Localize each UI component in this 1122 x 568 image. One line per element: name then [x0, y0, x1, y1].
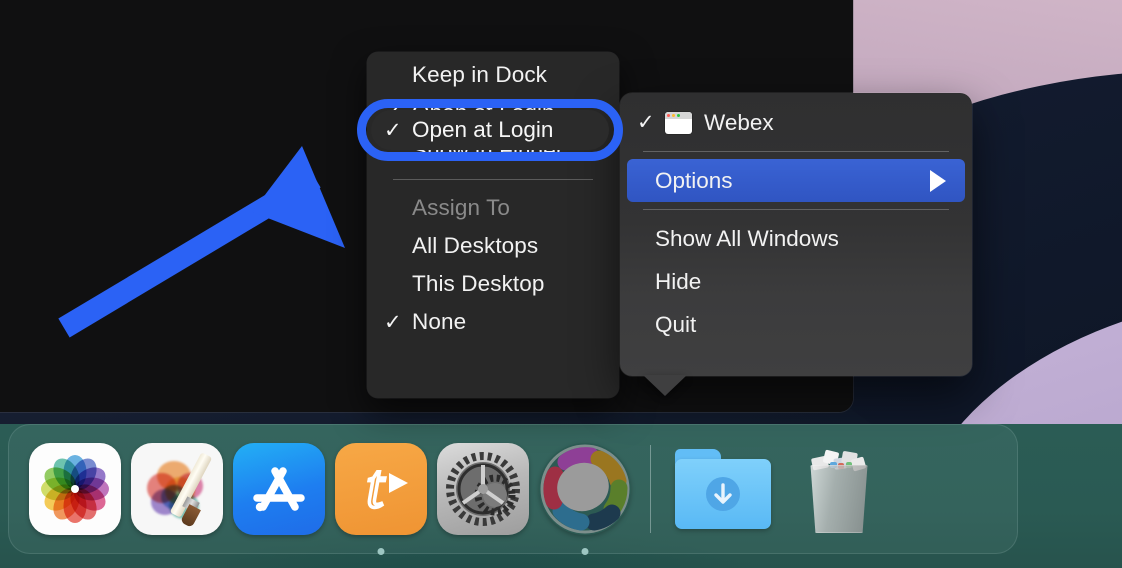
menu-item-label: Quit: [655, 311, 697, 337]
menu-item-webex-window[interactable]: ✓ Webex: [627, 101, 965, 144]
trash-can-body: [810, 465, 868, 533]
menu-item-this-desktop[interactable]: This Desktop: [367, 265, 619, 303]
traffic-light-minimize-icon: [672, 113, 675, 117]
menu-section-header-assign-to: Assign To: [367, 189, 619, 227]
play-triangle-icon: [389, 473, 408, 493]
annotation-arrow-icon: [58, 146, 345, 338]
running-indicator-dot: [581, 548, 589, 555]
dock-item-trash[interactable]: [781, 437, 897, 541]
menu-item-label: Options: [655, 167, 733, 193]
checkmark-icon: ✓: [384, 310, 402, 334]
orange-t-app-icon: t: [335, 443, 427, 535]
menu-separator: [643, 151, 949, 152]
dock-item-downloads[interactable]: [665, 437, 781, 541]
dock-separator: [650, 445, 651, 533]
dock-item-typora[interactable]: t: [330, 437, 432, 555]
menu-separator: [643, 209, 949, 210]
window-titlebar: [665, 111, 692, 119]
preview-paintbrush-icon: [131, 443, 223, 535]
dock-item-system-settings[interactable]: [432, 437, 534, 541]
menu-item-none[interactable]: ✓ None: [367, 303, 619, 341]
dock-item-photos[interactable]: [24, 437, 126, 541]
menu-item-options[interactable]: Options: [627, 159, 965, 202]
menu-item-all-desktops[interactable]: All Desktops: [367, 227, 619, 265]
photos-icon: [29, 443, 121, 535]
folder-body: [675, 459, 771, 529]
dock-item-app-store[interactable]: [228, 437, 330, 541]
webex-ring-icon: [539, 443, 631, 535]
checkmark-icon: ✓: [384, 118, 402, 142]
download-arrow-badge: [706, 477, 740, 511]
menu-item-label: Webex: [704, 109, 774, 135]
macos-dock[interactable]: t: [8, 424, 1018, 555]
screen: Keep in Dock ✓ Open at Login Show in Fin…: [0, 0, 1122, 568]
app-store-icon: [233, 443, 325, 535]
app-store-glyph-icon: [253, 467, 305, 512]
menu-item-label: Hide: [655, 268, 702, 294]
dock-app-context-menu[interactable]: ✓ Webex Options Show All Windows Hide Qu…: [620, 93, 972, 376]
traffic-light-close-icon: [667, 113, 670, 117]
menu-item-label: Keep in Dock: [412, 62, 548, 87]
window-icon: [665, 111, 692, 134]
dock-item-preview[interactable]: [126, 437, 228, 541]
traffic-light-zoom-icon: [677, 113, 680, 117]
webex-ring-glyph-icon: [540, 444, 630, 534]
download-arrow-icon: [714, 483, 732, 504]
chevron-right-icon: [930, 169, 946, 192]
menu-item-label: All Desktops: [412, 233, 539, 258]
menu-item-show-all-windows[interactable]: Show All Windows: [627, 217, 965, 260]
menu-section-label: Assign To: [412, 195, 511, 220]
menu-item-label: This Desktop: [412, 271, 545, 296]
dock-items-container: t: [8, 424, 1018, 555]
menu-item-quit[interactable]: Quit: [627, 303, 965, 346]
menu-item-label: None: [412, 309, 467, 334]
highlighted-menu-item-open-at-login[interactable]: ✓ Open at Login: [371, 110, 609, 150]
paint-blob: [147, 473, 177, 503]
running-indicator-dot: [377, 548, 385, 555]
gears-icon: [437, 443, 529, 535]
downloads-folder-icon: [675, 449, 771, 529]
menu-item-keep-in-dock[interactable]: Keep in Dock: [367, 56, 619, 94]
trash-full-icon: [800, 443, 878, 535]
gears-glyph-icon: [446, 452, 520, 526]
dock-options-submenu[interactable]: Keep in Dock ✓ Open at Login Show in Fin…: [367, 52, 619, 398]
menu-item-label: Show All Windows: [655, 225, 839, 251]
menu-item-label: Open at Login: [412, 117, 554, 142]
menu-item-hide[interactable]: Hide: [627, 260, 965, 303]
photos-core: [71, 485, 79, 493]
t-letter-glyph: t: [365, 453, 386, 521]
menu-separator: [393, 179, 593, 180]
dock-item-webex[interactable]: [534, 437, 636, 555]
checkmark-icon: ✓: [637, 111, 655, 134]
